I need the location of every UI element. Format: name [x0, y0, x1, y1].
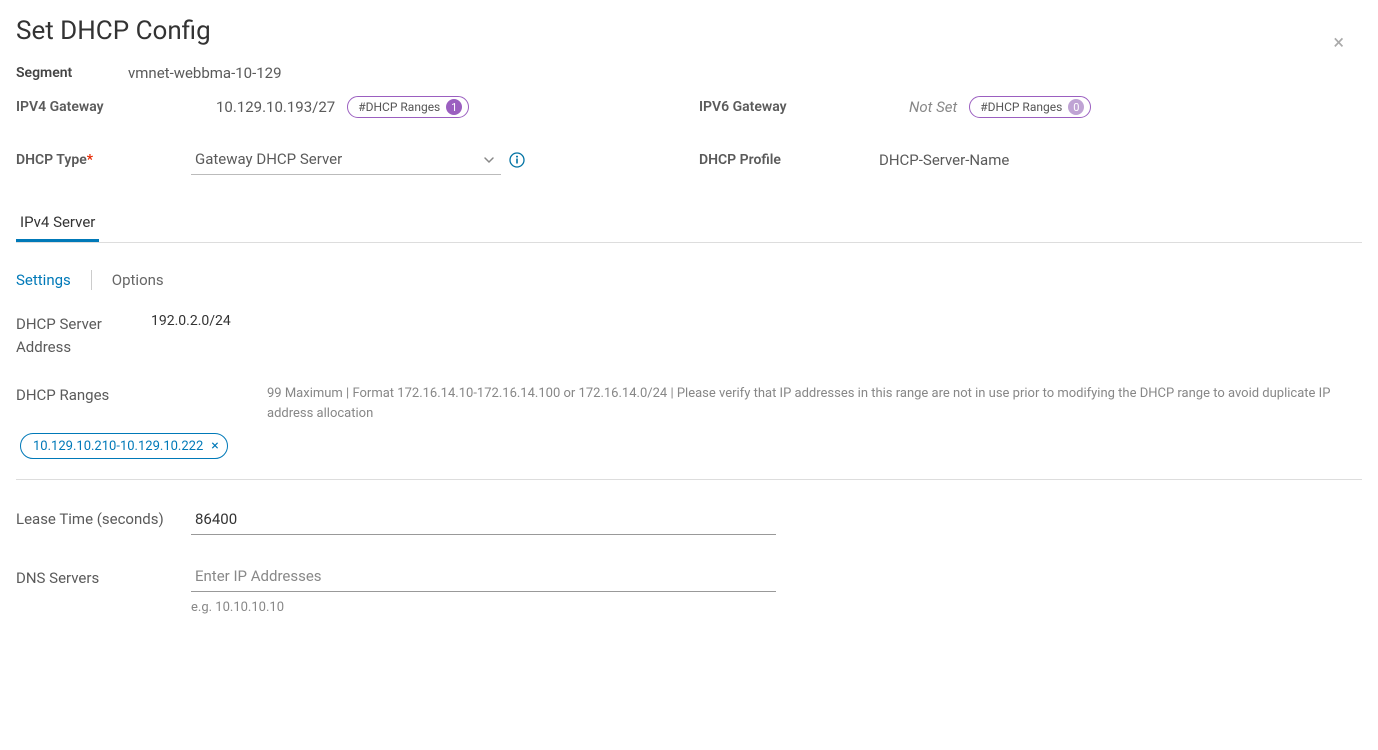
- tab-ipv4-server[interactable]: IPv4 Server: [16, 205, 99, 242]
- dhcp-range-tag[interactable]: 10.129.10.210-10.129.10.222 ×: [20, 433, 228, 459]
- dhcp-range-tag-text: 10.129.10.210-10.129.10.222: [33, 439, 203, 454]
- close-icon[interactable]: ×: [1333, 30, 1344, 54]
- ipv6-ranges-pill-label: #DHCP Ranges: [980, 100, 1062, 114]
- dhcp-type-label: DHCP Type*: [16, 152, 191, 168]
- ipv4-ranges-count-badge: 1: [446, 99, 462, 115]
- subtab-options[interactable]: Options: [112, 267, 164, 293]
- segment-label: Segment: [16, 65, 116, 81]
- dhcp-ranges-help: 99 Maximum | Format 172.16.14.10-172.16.…: [267, 384, 1362, 423]
- subtab-divider: [91, 270, 92, 290]
- subtabs: Settings Options: [16, 267, 1362, 293]
- ipv6-gateway-label: IPV6 Gateway: [699, 99, 909, 115]
- server-tabs: IPv4 Server: [16, 205, 1362, 243]
- divider: [16, 479, 1362, 480]
- dns-servers-input[interactable]: [191, 561, 776, 592]
- dhcp-ranges-label: DHCP Ranges: [16, 384, 267, 407]
- segment-value: vmnet-webbma-10-129: [128, 64, 282, 82]
- ipv4-ranges-pill-label: #DHCP Ranges: [358, 100, 440, 114]
- ipv6-gateway-value: Not Set: [909, 98, 957, 116]
- dhcp-type-select[interactable]: Gateway DHCP Server: [191, 144, 501, 175]
- lease-time-input[interactable]: [191, 504, 776, 535]
- dns-servers-label: DNS Servers: [16, 561, 191, 590]
- info-icon[interactable]: [509, 152, 525, 168]
- subtab-settings[interactable]: Settings: [16, 267, 71, 293]
- dhcp-server-address-label: DHCP Server Address: [16, 313, 151, 358]
- ipv6-dhcp-ranges-pill[interactable]: #DHCP Ranges 0: [969, 96, 1091, 118]
- ipv4-gateway-label: IPV4 Gateway: [16, 99, 216, 115]
- dhcp-profile-label: DHCP Profile: [699, 152, 879, 168]
- dns-servers-hint: e.g. 10.10.10.10: [191, 600, 776, 615]
- dhcp-profile-value: DHCP-Server-Name: [879, 151, 1009, 169]
- chevron-down-icon: [483, 154, 495, 170]
- remove-tag-icon[interactable]: ×: [211, 438, 218, 454]
- dhcp-server-address-value: 192.0.2.0/24: [151, 313, 1362, 329]
- ipv4-dhcp-ranges-pill[interactable]: #DHCP Ranges 1: [347, 96, 469, 118]
- ipv6-ranges-count-badge: 0: [1068, 99, 1084, 115]
- dhcp-type-selected: Gateway DHCP Server: [195, 150, 342, 168]
- page-title: Set DHCP Config: [16, 16, 1362, 46]
- ipv4-gateway-value: 10.129.10.193/27: [216, 98, 335, 116]
- lease-time-label: Lease Time (seconds): [16, 508, 191, 531]
